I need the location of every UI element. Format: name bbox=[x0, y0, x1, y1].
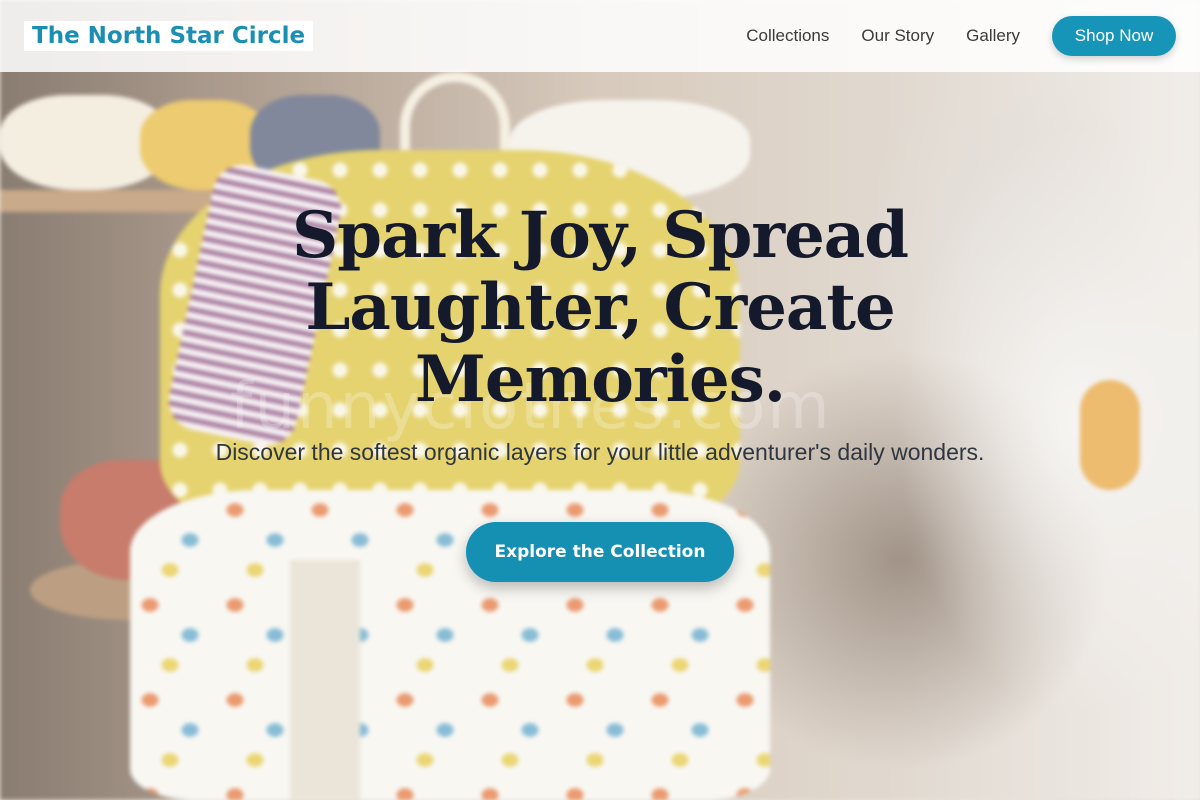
site-header: The North Star Circle Collections Our St… bbox=[0, 0, 1200, 72]
nav-link-our-story[interactable]: Our Story bbox=[861, 26, 934, 46]
nav-link-collections[interactable]: Collections bbox=[746, 26, 829, 46]
brand-logo[interactable]: The North Star Circle bbox=[24, 21, 314, 51]
nav-link-gallery[interactable]: Gallery bbox=[966, 26, 1020, 46]
explore-collection-button[interactable]: Explore the Collection bbox=[466, 522, 734, 582]
hero-section: Spark Joy, Spread Laughter, Create Memor… bbox=[0, 72, 1200, 800]
hero-subtitle: Discover the softest organic layers for … bbox=[215, 439, 985, 465]
shop-now-button[interactable]: Shop Now bbox=[1052, 16, 1176, 56]
main-nav: Collections Our Story Gallery Shop Now bbox=[714, 16, 1176, 56]
hero-title: Spark Joy, Spread Laughter, Create Memor… bbox=[292, 198, 909, 417]
